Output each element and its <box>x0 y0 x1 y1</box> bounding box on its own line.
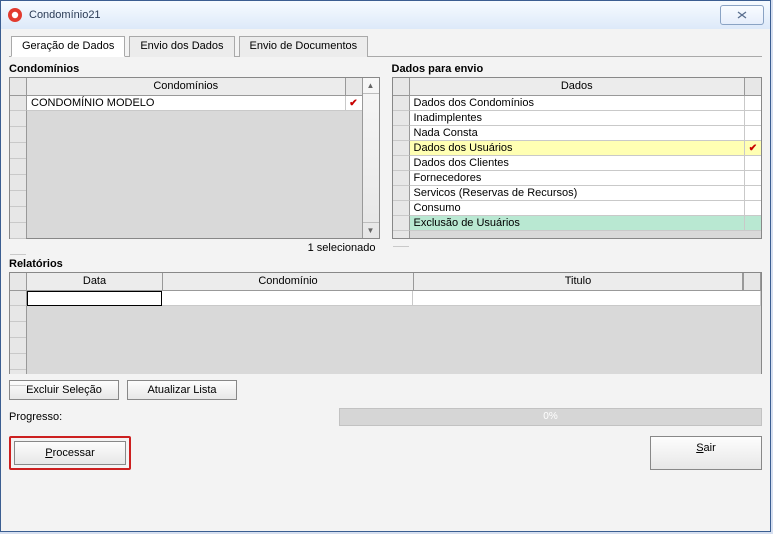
checkmark-icon[interactable] <box>744 96 761 111</box>
condominios-group-title: Condomínios <box>9 63 380 75</box>
checkmark-icon[interactable] <box>744 111 761 126</box>
dados-grid-body: Dados dos CondomíniosInadimplentesNada C… <box>393 96 762 238</box>
checkmark-icon[interactable] <box>744 126 761 141</box>
dados-name-cell: Dados dos Clientes <box>410 156 745 171</box>
dados-name-cell: Dados dos Condomínios <box>410 96 745 111</box>
dados-name-cell: Servicos (Reservas de Recursos) <box>410 186 745 201</box>
table-row[interactable]: Nada Consta <box>393 126 762 141</box>
table-row[interactable]: Dados dos Usuários✔ <box>393 141 762 156</box>
checkmark-icon[interactable]: ✔ <box>744 141 761 156</box>
checkmark-icon[interactable] <box>744 186 761 201</box>
processar-highlight: Processar <box>9 436 131 470</box>
processar-button[interactable]: Processar <box>14 441 126 465</box>
relatorios-body <box>10 291 761 374</box>
scroll-up-icon[interactable]: ▲ <box>363 78 379 94</box>
relatorios-header-data: Data <box>27 273 163 290</box>
tabs: Geração de Dados Envio dos Dados Envio d… <box>9 35 762 57</box>
dados-name-cell: Consumo <box>410 201 745 216</box>
dados-grid[interactable]: Dados Dados dos CondomíniosInadimplentes… <box>392 77 763 239</box>
table-row[interactable]: Exclusão de Usuários <box>393 216 762 231</box>
dados-group-title: Dados para envio <box>392 63 763 75</box>
dados-name-cell: Inadimplentes <box>410 111 745 126</box>
window-title: Condomínio21 <box>29 9 720 21</box>
dados-name-cell: Fornecedores <box>410 171 745 186</box>
relatorios-condominio-cell <box>162 291 413 306</box>
condominios-grid-body: CONDOMÍNIO MODELO ✔ <box>10 96 362 238</box>
tab-envio-documentos[interactable]: Envio de Documentos <box>239 36 369 57</box>
progress-bar: 0% <box>339 408 762 426</box>
table-row[interactable]: Dados dos Condomínios <box>393 96 762 111</box>
condominios-header-label: Condomínios <box>27 78 346 95</box>
table-row[interactable]: Fornecedores <box>393 171 762 186</box>
selected-count-label: 1 selecionado <box>9 242 380 254</box>
scroll-down-icon[interactable]: ▼ <box>363 222 379 238</box>
relatorios-titulo-cell <box>413 291 761 306</box>
dados-name-cell: Nada Consta <box>410 126 745 141</box>
table-row[interactable] <box>10 291 761 306</box>
relatorios-data-cell[interactable] <box>27 291 162 306</box>
condominios-grid[interactable]: Condomínios CONDOMÍNIO MODELO ✔ <box>9 77 380 239</box>
relatorios-header-titulo: Titulo <box>414 273 743 290</box>
app-window: Condomínio21 Geração de Dados Envio dos … <box>0 0 771 532</box>
progress-label: Progresso: <box>9 411 339 423</box>
dados-name-cell: Dados dos Usuários <box>410 141 745 156</box>
checkmark-icon[interactable] <box>744 171 761 186</box>
table-row[interactable]: Inadimplentes <box>393 111 762 126</box>
relatorios-header: Data Condomínio Titulo <box>10 273 761 291</box>
progress-value: 0% <box>543 411 557 422</box>
checkmark-icon[interactable] <box>744 156 761 171</box>
table-row[interactable]: CONDOMÍNIO MODELO ✔ <box>10 96 362 111</box>
dados-header-label: Dados <box>410 78 746 95</box>
checkmark-icon[interactable] <box>744 216 761 231</box>
checkmark-icon[interactable]: ✔ <box>345 96 362 111</box>
condominios-grid-header: Condomínios <box>10 78 362 96</box>
condominio-name-cell: CONDOMÍNIO MODELO <box>27 96 345 111</box>
relatorios-group-title: Relatórios <box>9 258 762 270</box>
window-close-button[interactable] <box>720 5 764 25</box>
dados-name-cell: Exclusão de Usuários <box>410 216 745 231</box>
table-row[interactable]: Servicos (Reservas de Recursos) <box>393 186 762 201</box>
table-row[interactable]: Dados dos Clientes <box>393 156 762 171</box>
tab-envio-dados[interactable]: Envio dos Dados <box>129 36 234 57</box>
titlebar: Condomínio21 <box>1 1 770 30</box>
relatorios-header-condominio: Condomínio <box>163 273 414 290</box>
checkmark-icon[interactable] <box>744 201 761 216</box>
atualizar-lista-button[interactable]: Atualizar Lista <box>127 380 237 400</box>
scrollbar[interactable]: ▲ ▼ <box>362 78 379 238</box>
relatorios-grid[interactable]: Data Condomínio Titulo <box>9 272 762 374</box>
table-row[interactable]: Consumo <box>393 201 762 216</box>
app-icon <box>7 7 23 23</box>
dados-grid-header: Dados <box>393 78 762 96</box>
tab-geracao-dados[interactable]: Geração de Dados <box>11 36 125 57</box>
client-area: Geração de Dados Envio dos Dados Envio d… <box>1 29 770 531</box>
sair-button[interactable]: Sair <box>650 436 762 470</box>
